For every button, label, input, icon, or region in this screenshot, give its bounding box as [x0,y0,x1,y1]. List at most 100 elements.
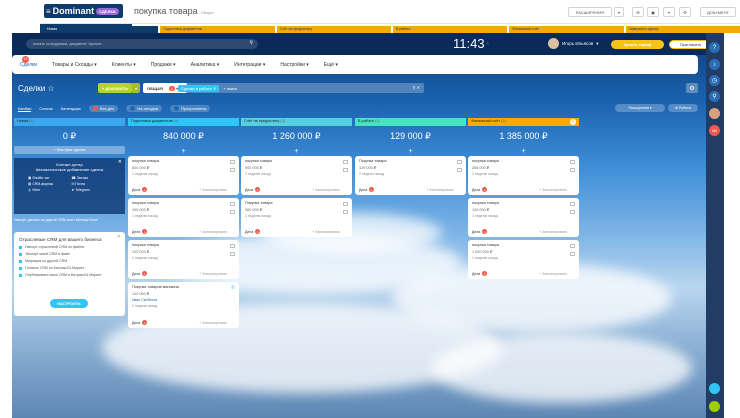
mail-icon[interactable] [230,252,235,256]
deal-tasks[interactable]: Дела 1 [245,187,261,192]
clock-icon[interactable]: ◷ [709,75,720,86]
star-icon[interactable]: ☆ [48,84,55,93]
deal-tasks[interactable]: Дела 1 [245,229,261,234]
contact-item[interactable]: ▣ Shuttle чат [28,176,68,180]
tab-calendar[interactable]: Календарь [61,106,81,111]
column-header[interactable]: Подготовка документов(3) [128,118,239,126]
deal-tasks[interactable]: Дела 1 [132,229,148,234]
close-icon[interactable]: ✕ [118,159,122,165]
contact-item[interactable]: ▤ CRM-формы [28,182,68,186]
hamburger-icon[interactable]: ≡ [46,7,51,16]
phone-icon[interactable] [709,401,720,412]
nav-item-deals[interactable]: 13 Сделки [20,55,37,68]
nav-item-goods[interactable]: Товары и Склады ▾ [52,62,97,68]
chevron-down-icon[interactable]: ▾ [614,7,624,17]
mail-icon[interactable] [570,210,575,214]
deal-tasks[interactable]: Дела 1 [132,271,148,276]
deal-contact[interactable]: Иван Скобёлов [132,298,235,302]
contact-item[interactable]: ◎ Viber [28,188,68,192]
deal-title[interactable]: покупка товара [472,201,575,205]
add-card-button[interactable]: + [241,146,352,156]
deal-card[interactable]: покупка товара 265 000 ₽ 1 неделю назад … [468,156,579,195]
crm-item[interactable]: Опубликовать свою CRM в Битрикс24.Маркет [19,273,120,277]
user-menu[interactable]: Игорь Ильясов ▾ [548,38,598,49]
nav-item-analytics[interactable]: Аналитика ▾ [191,62,220,68]
filter-pill-overdue[interactable]: Просроченны [170,105,211,112]
extensions-button[interactable]: РАСШИРЕНИЯ [568,7,612,17]
deal-card[interactable]: покупка товара 900 000 ₽ 1 неделю назад … [241,156,352,195]
chat-icon[interactable]: ◼ [647,7,659,17]
plan-link[interactable]: + Запланировать [199,188,227,192]
contact-item[interactable]: ✉ Почта [72,182,112,186]
filter-input[interactable]: Сделки в работе ✕ + поиск ⚲ ✕ [176,83,424,93]
plan-link[interactable]: + Запланировать [539,272,567,276]
mail-icon[interactable] [457,168,462,172]
deal-title[interactable]: Покупка товаров магазина [132,285,235,289]
deal-title[interactable]: покупка товара [472,243,575,247]
avatar[interactable] [709,108,720,119]
stage-item[interactable]: Завершить сделку [625,26,740,33]
nav-item-more[interactable]: Ещё ▾ [324,62,338,68]
chat-icon[interactable] [230,244,235,248]
search-icon[interactable]: ⚲ [709,91,720,102]
add-card-button[interactable]: + [355,146,466,156]
deal-tasks[interactable]: Дела 1 [132,187,148,192]
chevron-down-icon[interactable]: ▾ [596,41,598,47]
nav-item-clients[interactable]: Клиенты ▾ [112,62,136,68]
edit-icon[interactable]: ✎ [570,119,576,125]
crm-item[interactable]: Импорт отраслевой CRM из файла [19,245,120,249]
plan-link[interactable]: + Запланировать [539,188,567,192]
chat-icon[interactable] [343,160,348,164]
deal-tasks[interactable]: Дела 1 [359,187,375,192]
deal-title[interactable]: покупка товара [132,159,235,163]
add-card-button[interactable]: + [128,146,239,156]
deal-card[interactable]: Покупка товаров магазина ✆ 120 000 ₽ Ива… [128,282,239,328]
deal-title[interactable]: покупка товара [132,243,235,247]
deal-tasks[interactable]: Дела 1 [132,320,148,325]
avatar[interactable] [548,38,559,49]
deal-card[interactable]: покупка товара 120 000 ₽ 1 неделю назад … [128,240,239,279]
import-link[interactable]: Импорт данных из другой CRM или таблицы … [14,218,125,222]
nav-item-integrations[interactable]: Интеграции ▾ [234,62,265,68]
mail-icon[interactable] [230,210,235,214]
phone-icon[interactable]: ✆ [231,285,235,291]
stage-item[interactable]: В работе [392,26,508,33]
chat-bubble-icon[interactable] [709,383,720,394]
stage-item[interactable]: Подготовка документов [160,26,275,33]
help-icon[interactable]: ? [709,42,720,53]
chat-icon[interactable] [570,202,575,206]
tab-kanban[interactable]: Канбан [18,106,32,112]
chat-icon[interactable] [230,160,235,164]
plan-link[interactable]: + Запланировать [199,321,227,325]
deal-tasks[interactable]: Дела 1 [472,271,488,276]
search-icon[interactable]: ⚲ [249,40,253,46]
deal-title[interactable]: покупка товара [132,201,235,205]
deal-card[interactable]: покупка товара 1 000 000 ₽ 1 неделю наза… [468,240,579,279]
add-dropdown-button[interactable]: ▾ [132,83,140,93]
deal-title[interactable]: покупка товара [245,159,348,163]
mail-icon[interactable] [570,252,575,256]
buy-tariff-button[interactable]: Купить тариф [611,40,664,49]
contact-item[interactable]: ➤ Telegram [72,188,112,192]
add-card-button[interactable]: + [468,146,579,156]
stage-item[interactable]: Счёт на предоплату [276,26,391,33]
plan-link[interactable]: + Запланировать [312,188,340,192]
deal-card[interactable]: Покупка товара 360 000 ₽ 1 неделю назад … [241,198,352,237]
filter-tag[interactable]: Сделки в работе ✕ [178,84,220,92]
contact-item[interactable]: ☎ Звонки [72,176,112,180]
column-header[interactable]: Финальный счёт(3) ✎ [468,118,579,126]
search-input[interactable]: искать сотрудника, документ, прочее... ⚲ [26,39,258,49]
quick-deal-button[interactable]: + Быстрая сделка [14,146,125,154]
deal-card[interactable]: покупка товара 600 000 ₽ 1 неделю назад … [128,156,239,195]
chat-icon[interactable] [457,160,462,164]
mail-icon[interactable] [343,210,348,214]
chat-icon[interactable] [570,160,575,164]
plan-link[interactable]: + Запланировать [312,230,340,234]
stage-item[interactable]: Новая [44,26,159,33]
nav-item-settings[interactable]: Настройки ▾ [280,62,308,68]
filter-pill-today[interactable]: На сегодня [126,105,163,112]
deal-title[interactable]: Покупка товара [245,201,348,205]
column-header[interactable]: Счёт на предоплату(2) [241,118,352,126]
portal-logo[interactable]: ≡ Dominant СДЕЛКИ [44,4,123,18]
filter-pill-no-tasks[interactable]: Без дел [88,105,119,112]
